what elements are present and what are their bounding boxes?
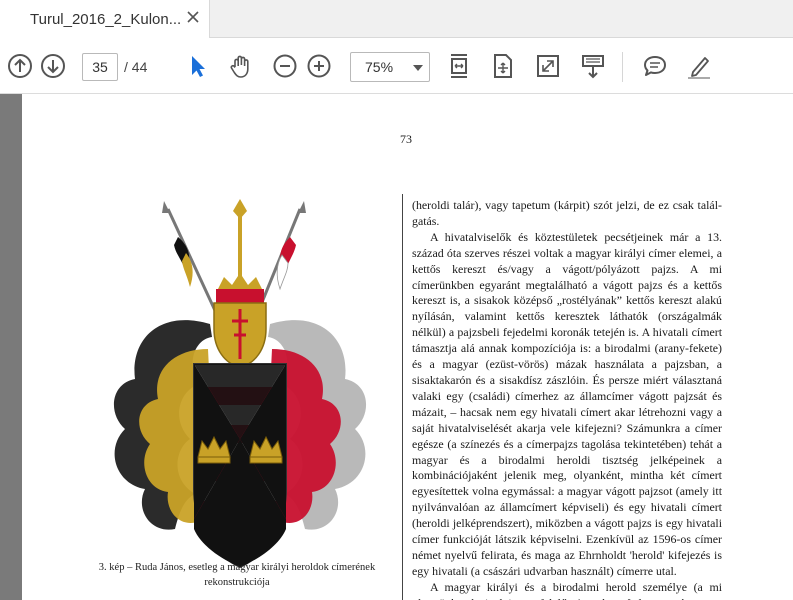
chevron-down-icon bbox=[413, 65, 423, 71]
fit-page-icon[interactable] bbox=[443, 50, 475, 82]
rotate-page-icon[interactable] bbox=[487, 50, 519, 82]
tab-title: Turul_2016_2_Kulon... bbox=[30, 11, 180, 28]
highlight-pen-icon[interactable] bbox=[683, 50, 715, 82]
document-viewport[interactable]: 73 3. kép – Ruda János, esetleg a magyar… bbox=[0, 94, 793, 600]
fullscreen-icon[interactable] bbox=[532, 50, 564, 82]
page-number-input[interactable]: 35 bbox=[82, 53, 118, 81]
scroll-mode-icon[interactable] bbox=[577, 50, 609, 82]
paragraph: A hivatalviselők és köztestületek pecsét… bbox=[412, 229, 722, 578]
document-tab[interactable]: Turul_2016_2_Kulon... bbox=[0, 0, 210, 38]
toolbar: 35 / 44 75% bbox=[0, 38, 793, 94]
arrow-down-circle-icon[interactable] bbox=[37, 50, 69, 82]
coat-of-arms-image bbox=[113, 199, 367, 569]
arrow-up-circle-icon[interactable] bbox=[4, 50, 36, 82]
pdf-page: 73 3. kép – Ruda János, esetleg a magyar… bbox=[22, 94, 793, 600]
zoom-in-icon[interactable] bbox=[303, 50, 335, 82]
hand-tool-icon[interactable] bbox=[225, 50, 257, 82]
tab-bar: Turul_2016_2_Kulon... bbox=[0, 0, 793, 38]
close-icon[interactable] bbox=[186, 10, 200, 24]
text-column: (heroldi talár), vagy tapetum (kárpit) s… bbox=[412, 198, 722, 600]
figure-caption: 3. kép – Ruda János, esetleg a magyar ki… bbox=[98, 562, 376, 588]
column-divider bbox=[402, 194, 403, 600]
comment-icon[interactable] bbox=[639, 50, 671, 82]
paragraph: (heroldi talár), vagy tapetum (kárpit) s… bbox=[412, 198, 722, 228]
zoom-value: 75% bbox=[365, 59, 394, 75]
paragraph: A magyar királyi és a birodalmi herold s… bbox=[412, 579, 722, 600]
page-number: 73 bbox=[400, 132, 412, 146]
select-cursor-icon[interactable] bbox=[181, 50, 213, 82]
zoom-select[interactable]: 75% bbox=[350, 52, 430, 82]
zoom-out-icon[interactable] bbox=[269, 50, 301, 82]
page-total: / 44 bbox=[124, 59, 148, 75]
toolbar-divider bbox=[622, 52, 623, 82]
